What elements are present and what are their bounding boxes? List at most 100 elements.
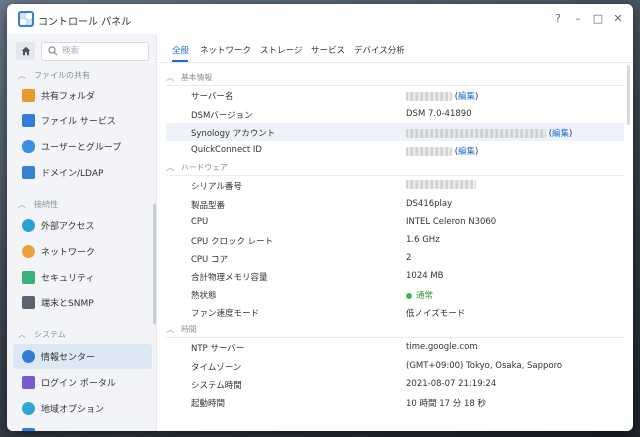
sidebar-item-file-services[interactable]: ファイル サービス xyxy=(13,108,152,133)
row-value: 2 xyxy=(406,253,412,263)
home-button[interactable] xyxy=(16,42,35,60)
row-synology-account: Synology アカウント (編集) xyxy=(166,123,624,141)
sidebar-item-external-access[interactable]: 外部アクセス xyxy=(13,213,152,238)
row-label: シリアル番号 xyxy=(191,182,242,192)
row-serial-number: シリアル番号 xyxy=(166,176,624,194)
regional-options-icon xyxy=(22,402,35,415)
sidebar-item-users-groups[interactable]: ユーザーとグループ xyxy=(13,134,152,159)
sidebar-item-label: 外部アクセス xyxy=(41,222,95,232)
users-groups-icon xyxy=(22,140,35,153)
row-label: 熱状態 xyxy=(191,291,217,301)
row-value: 低ノイズモード xyxy=(406,309,466,319)
sidebar-item-label: セキュリティ xyxy=(41,274,95,284)
row-label: CPU コア xyxy=(191,255,228,265)
group-basic-info[interactable]: ︿ 基本情報 xyxy=(166,70,212,84)
minimize-icon[interactable]: – xyxy=(571,12,585,26)
row-thermal-status: 熱状態 通常 xyxy=(166,285,624,303)
row-label: NTP サーバー xyxy=(191,344,245,354)
row-cpu-clock: CPU クロック レート 1.6 GHz xyxy=(166,231,624,249)
sidebar-item-label: ドメイン/LDAP xyxy=(41,169,104,179)
row-value: 1.6 GHz xyxy=(406,235,440,245)
row-cpu: CPU INTEL Celeron N3060 xyxy=(166,213,624,231)
row-value: time.google.com xyxy=(406,342,478,352)
group-label: 基本情報 xyxy=(181,72,213,82)
edit-synology-account-link[interactable]: 編集 xyxy=(552,129,569,139)
home-icon xyxy=(21,46,30,56)
redacted-value xyxy=(406,129,546,138)
group-time[interactable]: ︿ 時間 xyxy=(166,322,197,336)
group-hardware[interactable]: ︿ ハードウェア xyxy=(166,160,228,174)
tab-services[interactable]: サービス xyxy=(311,44,345,56)
info-center-icon xyxy=(22,350,35,363)
sidebar-item-login-portal[interactable]: ログイン ポータル xyxy=(13,370,152,395)
edit-server-name-link[interactable]: 編集 xyxy=(458,92,475,102)
search-input[interactable] xyxy=(62,44,142,58)
sidebar-item-regional-options[interactable]: 地域オプション xyxy=(13,396,152,421)
chevron-up-icon: ︿ xyxy=(18,199,26,209)
tab-network[interactable]: ネットワーク xyxy=(200,44,251,56)
sidebar-item-domain-ldap[interactable]: ドメイン/LDAP xyxy=(13,160,152,185)
security-icon xyxy=(22,271,35,284)
sidebar-item-security[interactable]: セキュリティ xyxy=(13,265,152,290)
sidebar-item-info-center[interactable]: 情報センター xyxy=(13,344,152,369)
row-label: タイムゾーン xyxy=(191,363,242,373)
sidebar-item-label: ユーザーとグループ xyxy=(41,143,122,153)
status-text: 通常 xyxy=(416,291,434,301)
row-label: QuickConnect ID xyxy=(191,145,262,155)
row-value: 2021-08-07 21:19:24 xyxy=(406,379,497,389)
help-icon[interactable]: ? xyxy=(551,12,565,26)
info-content: ︿ 基本情報 サーバー名 (編集) DSMバージョン DSM 7.0-41890… xyxy=(157,63,633,431)
row-label: 製品型番 xyxy=(191,201,226,211)
row-label: Synology アカウント xyxy=(191,129,276,139)
row-dsm-version: DSMバージョン DSM 7.0-41890 xyxy=(166,105,624,123)
group-label: 時間 xyxy=(181,324,197,334)
search-box[interactable] xyxy=(41,42,149,61)
content-scrollbar[interactable] xyxy=(627,65,630,125)
row-value: 10 時間 17 分 18 秒 xyxy=(406,399,486,409)
row-label: CPU クロック レート xyxy=(191,237,274,247)
section-label: 接続性 xyxy=(34,199,58,209)
search-icon xyxy=(48,46,58,56)
redacted-value xyxy=(406,147,452,156)
sidebar-item-label: 共有フォルダ xyxy=(41,92,96,102)
title-bar: コントロール パネル ? – □ ✕ xyxy=(7,4,633,34)
sidebar-item-label: ファイル サービス xyxy=(41,117,116,127)
sidebar-item-shared-folder[interactable]: 共有フォルダ xyxy=(13,83,152,108)
row-memory: 合計物理メモリ容量 1024 MB xyxy=(166,267,624,285)
sidebar-item-label: 端末とSNMP xyxy=(41,299,94,309)
row-label: 合計物理メモリ容量 xyxy=(191,273,268,283)
section-label: ファイルの共有 xyxy=(34,70,90,80)
chevron-up-icon: ︿ xyxy=(18,70,26,80)
row-value: 通常 xyxy=(406,289,433,301)
shared-folder-icon xyxy=(22,89,35,102)
tab-device-analytics[interactable]: デバイス分析 xyxy=(354,44,405,56)
row-timezone: タイムゾーン (GMT+09:00) Tokyo, Osaka, Sapporo xyxy=(166,357,624,375)
file-services-icon xyxy=(22,114,35,127)
status-ok-icon xyxy=(406,292,412,299)
sidebar-item-label: 情報センター xyxy=(41,353,96,363)
sidebar-item-network[interactable]: ネットワーク xyxy=(13,239,152,264)
tab-storage[interactable]: ストレージ xyxy=(260,44,302,56)
section-connectivity[interactable]: ︿ 接続性 xyxy=(18,197,58,211)
sidebar-scrollbar[interactable] xyxy=(153,204,156,324)
section-system[interactable]: ︿ システム xyxy=(18,327,66,341)
control-panel-window: コントロール パネル ? – □ ✕ ︿ ファイルの共有 共有フォルダ xyxy=(7,4,633,431)
sidebar-item-label: ログイン ポータル xyxy=(41,379,116,389)
row-value xyxy=(406,180,476,190)
chevron-up-icon: ︿ xyxy=(166,324,174,334)
maximize-icon[interactable]: □ xyxy=(591,12,605,26)
close-icon[interactable]: ✕ xyxy=(611,12,625,26)
row-value: DSM 7.0-41890 xyxy=(406,109,472,119)
sidebar-item-partial[interactable] xyxy=(13,422,152,431)
edit-quickconnect-link[interactable]: 編集 xyxy=(458,147,475,157)
row-label: DSMバージョン xyxy=(191,111,253,121)
tab-general[interactable]: 全般 xyxy=(172,44,189,56)
section-file-sharing[interactable]: ︿ ファイルの共有 xyxy=(18,68,90,82)
redacted-value xyxy=(406,180,476,189)
row-ntp-server: NTP サーバー time.google.com xyxy=(166,338,624,356)
window-title: コントロール パネル xyxy=(38,17,132,28)
sidebar-item-terminal-snmp[interactable]: 端末とSNMP xyxy=(13,290,152,315)
row-value: (編集) xyxy=(406,90,478,102)
partial-item-icon xyxy=(22,428,35,431)
row-label: サーバー名 xyxy=(191,92,234,102)
